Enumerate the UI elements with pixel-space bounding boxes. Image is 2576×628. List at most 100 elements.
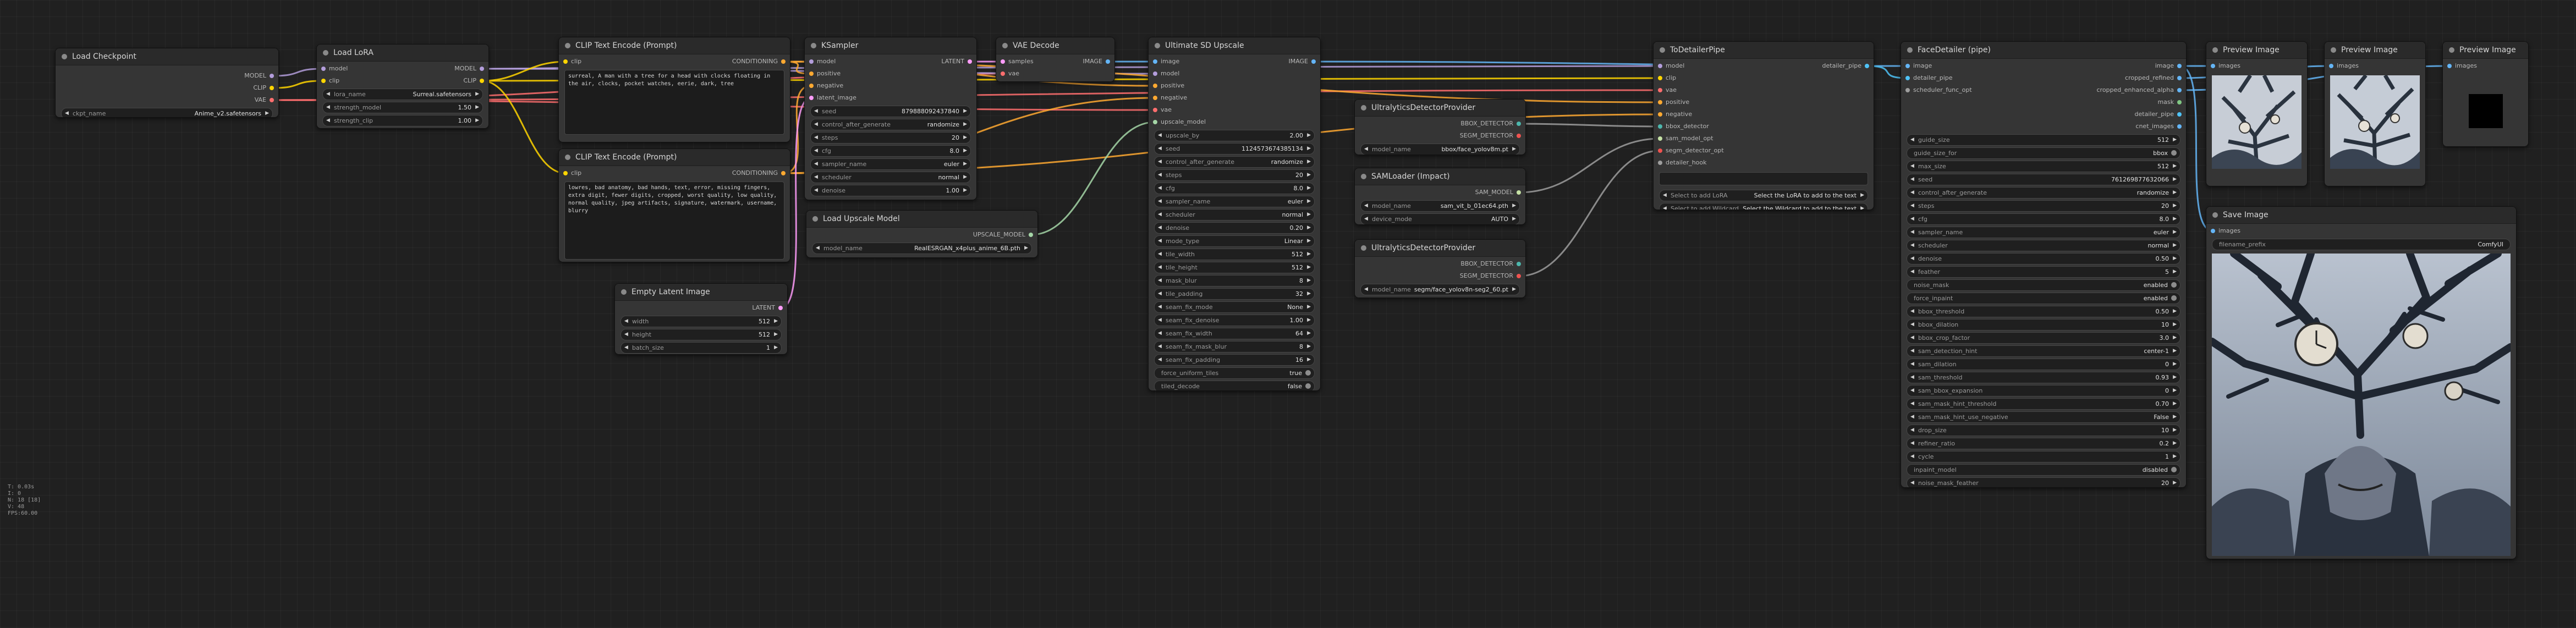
widget-seam-fix-padding[interactable]: ◀ seam_fix_padding 16 ▶ xyxy=(1154,354,1315,366)
arrow-right-icon[interactable]: ▶ xyxy=(2173,372,2177,383)
arrow-left-icon[interactable]: ◀ xyxy=(1364,214,1368,224)
arrow-left-icon[interactable]: ◀ xyxy=(624,329,628,340)
widget-force-uniform-tiles[interactable]: force_uniform_tiles true xyxy=(1154,367,1315,379)
arrow-left-icon[interactable]: ◀ xyxy=(1910,135,1914,145)
arrow-left-icon[interactable]: ◀ xyxy=(1158,289,1162,299)
widget-batch-size[interactable]: ◀ batch_size 1 ▶ xyxy=(620,342,782,354)
arrow-right-icon[interactable]: ▶ xyxy=(1307,262,1311,273)
arrow-right-icon[interactable]: ▶ xyxy=(1512,284,1516,295)
node-empty-latent-image[interactable]: Empty Latent Image LATENT ◀ width 512 ▶ ◀ hei… xyxy=(614,283,788,355)
output-segm-detector[interactable]: SEGM_DETECTOR xyxy=(1460,130,1525,142)
arrow-right-icon[interactable]: ▶ xyxy=(1307,223,1311,233)
toggle-dot-icon[interactable] xyxy=(1305,370,1311,376)
arrow-right-icon[interactable]: ▶ xyxy=(2173,174,2177,185)
arrow-right-icon[interactable]: ▶ xyxy=(1512,214,1516,224)
node-title[interactable]: Ultimate SD Upscale xyxy=(1149,37,1320,54)
widget-control-after-generate[interactable]: ◀ control_after_generate randomize ▶ xyxy=(810,119,971,130)
widget-force-inpaint[interactable]: force_inpaint enabled xyxy=(1907,293,2180,304)
node-title[interactable]: SAMLoader (Impact) xyxy=(1355,168,1525,185)
arrow-left-icon[interactable]: ◀ xyxy=(1910,385,1914,396)
input-sam-model-opt[interactable]: sam_model_opt xyxy=(1654,133,1713,145)
arrow-right-icon[interactable]: ▶ xyxy=(2173,385,2177,396)
arrow-left-icon[interactable]: ◀ xyxy=(1910,201,1914,211)
arrow-left-icon[interactable]: ◀ xyxy=(326,89,330,100)
widget-sam-mask-hint-use-negative[interactable]: ◀ sam_mask_hint_use_negative False ▶ xyxy=(1907,411,2180,423)
node-title[interactable]: Save Image xyxy=(2206,207,2516,224)
arrow-right-icon[interactable]: ▶ xyxy=(1307,302,1311,312)
arrow-right-icon[interactable]: ▶ xyxy=(1307,144,1311,154)
arrow-left-icon[interactable]: ◀ xyxy=(1158,223,1162,233)
node-title[interactable]: UltralyticsDetectorProvider xyxy=(1355,240,1525,257)
arrow-left-icon[interactable]: ◀ xyxy=(1910,346,1914,356)
arrow-right-icon[interactable]: ▶ xyxy=(774,343,778,353)
arrow-right-icon[interactable]: ▶ xyxy=(2173,425,2177,436)
arrow-left-icon[interactable]: ◀ xyxy=(1910,333,1914,343)
widget-cfg[interactable]: ◀ cfg 8.0 ▶ xyxy=(1154,183,1315,194)
widget-sam-mask-hint-threshold[interactable]: ◀ sam_mask_hint_threshold 0.70 ▶ xyxy=(1907,398,2180,410)
arrow-left-icon[interactable]: ◀ xyxy=(326,115,330,126)
output-latent[interactable]: LATENT xyxy=(752,302,787,314)
widget-upscale-by[interactable]: ◀ upscale_by 2.00 ▶ xyxy=(1154,130,1315,141)
prompt-textarea[interactable]: lowres, bad anatomy, bad hands, text, er… xyxy=(564,181,784,260)
arrow-right-icon[interactable]: ▶ xyxy=(774,316,778,327)
output-bbox-detector[interactable]: BBOX_DETECTOR xyxy=(1460,118,1525,130)
widget-scheduler[interactable]: ◀ scheduler normal ▶ xyxy=(1154,209,1315,221)
widget-sampler-name[interactable]: ◀ sampler_name euler ▶ xyxy=(810,158,971,170)
arrow-left-icon[interactable]: ◀ xyxy=(1910,240,1914,251)
output-sam-model[interactable]: SAM_MODEL xyxy=(1475,186,1525,199)
widget-feather[interactable]: ◀ feather 5 ▶ xyxy=(1907,266,2180,278)
widget-denoise[interactable]: ◀ denoise 0.20 ▶ xyxy=(1154,222,1315,234)
arrow-left-icon[interactable]: ◀ xyxy=(1910,372,1914,383)
widget-filename-prefix[interactable]: filename_prefix ComfyUI xyxy=(2212,239,2511,250)
widget-denoise[interactable]: ◀ denoise 1.00 ▶ xyxy=(810,185,971,196)
widget-control-after-generate[interactable]: ◀ control_after_generate randomize ▶ xyxy=(1907,187,2180,199)
arrow-right-icon[interactable]: ▶ xyxy=(2173,438,2177,449)
widget-seed[interactable]: ◀ seed 879888092437840 ▶ xyxy=(810,106,971,117)
widget-noise-mask-feather[interactable]: ◀ noise_mask_feather 20 ▶ xyxy=(1907,477,2180,487)
arrow-left-icon[interactable]: ◀ xyxy=(1364,144,1368,155)
widget-model-name[interactable]: ◀ model_name sam_vit_b_01ec64.pth ▶ xyxy=(1360,200,1520,212)
input-negative[interactable]: negative xyxy=(1654,108,1692,120)
arrow-left-icon[interactable]: ◀ xyxy=(1910,188,1914,198)
arrow-left-icon[interactable]: ◀ xyxy=(814,159,818,169)
collapse-dot-icon[interactable] xyxy=(2331,47,2336,53)
arrow-right-icon[interactable]: ▶ xyxy=(1307,355,1311,365)
output-vae[interactable]: VAE xyxy=(255,94,278,106)
node-preview-image-3[interactable]: Preview Image images xyxy=(2442,41,2529,147)
node-ksampler[interactable]: KSampler model LATENT positive negative l… xyxy=(804,37,977,200)
arrow-right-icon[interactable]: ▶ xyxy=(1307,183,1311,194)
input-vae[interactable]: vae xyxy=(1149,104,1172,116)
arrow-right-icon[interactable]: ▶ xyxy=(1307,157,1311,167)
output-upscale-model[interactable]: UPSCALE_MODEL xyxy=(973,229,1037,241)
arrow-right-icon[interactable]: ▶ xyxy=(963,185,967,196)
widget-width[interactable]: ◀ width 512 ▶ xyxy=(620,316,782,327)
output-cropped-refined[interactable]: cropped_refined xyxy=(2125,72,2186,84)
widget-sam-threshold[interactable]: ◀ sam_threshold 0.93 ▶ xyxy=(1907,372,2180,383)
input-negative[interactable]: negative xyxy=(805,80,843,92)
arrow-left-icon[interactable]: ◀ xyxy=(1910,451,1914,462)
arrow-right-icon[interactable]: ▶ xyxy=(2173,135,2177,145)
widget-sampler-name[interactable]: ◀ sampler_name euler ▶ xyxy=(1154,196,1315,207)
arrow-left-icon[interactable]: ◀ xyxy=(1158,249,1162,260)
input-scheduler-func-opt[interactable]: scheduler_func_opt xyxy=(1901,84,1972,96)
widget-bbox-dilation[interactable]: ◀ bbox_dilation 10 ▶ xyxy=(1907,319,2180,330)
arrow-right-icon[interactable]: ▶ xyxy=(265,108,269,117)
arrow-left-icon[interactable]: ◀ xyxy=(1158,196,1162,207)
node-vae-decode[interactable]: VAE Decode samples IMAGE vae xyxy=(996,37,1115,82)
arrow-right-icon[interactable]: ▶ xyxy=(1307,130,1311,141)
node-ultralytics-bbox-provider[interactable]: UltralyticsDetectorProvider BBOX_DETECTO… xyxy=(1354,99,1526,155)
widget-tile-padding[interactable]: ◀ tile_padding 32 ▶ xyxy=(1154,288,1315,300)
collapse-dot-icon[interactable] xyxy=(2212,47,2218,53)
arrow-right-icon[interactable]: ▶ xyxy=(1307,170,1311,180)
collapse-dot-icon[interactable] xyxy=(1907,47,1913,53)
arrow-right-icon[interactable]: ▶ xyxy=(475,89,479,100)
arrow-right-icon[interactable]: ▶ xyxy=(2173,346,2177,356)
input-clip[interactable]: clip xyxy=(559,56,581,68)
widget-tile-height[interactable]: ◀ tile_height 512 ▶ xyxy=(1154,262,1315,273)
node-title[interactable]: CLIP Text Encode (Prompt) xyxy=(559,37,790,54)
input-positive[interactable]: positive xyxy=(1654,96,1689,108)
arrow-left-icon[interactable]: ◀ xyxy=(1910,319,1914,330)
input-vae[interactable]: vae xyxy=(996,68,1019,80)
toggle-dot-icon[interactable] xyxy=(2171,295,2177,301)
arrow-right-icon[interactable]: ▶ xyxy=(2173,254,2177,264)
